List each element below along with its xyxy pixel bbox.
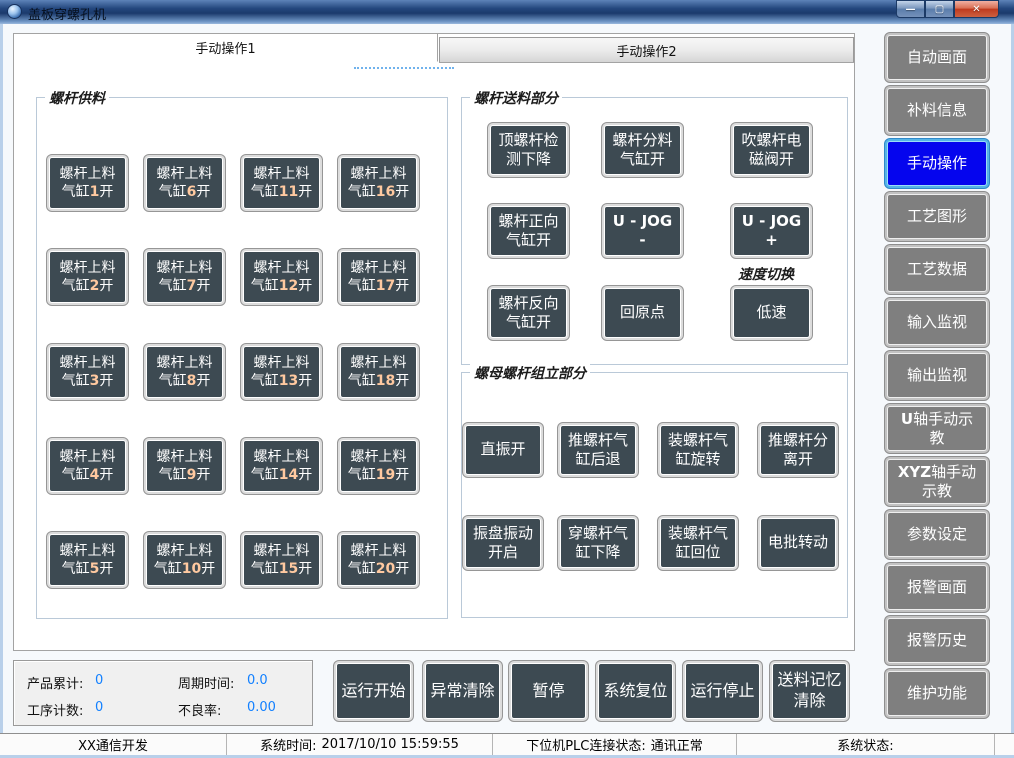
groupbox-assembly-title: 螺母螺杆组立部分 — [470, 363, 590, 383]
sidebar-item-output-monitor[interactable]: 输出监视 — [887, 353, 987, 398]
tab-strip: 手动操作1手动操作2 — [14, 34, 854, 62]
push-screw-separate-open-button[interactable]: 推螺杆分离开 — [760, 425, 836, 475]
tab-manual-op-2[interactable]: 手动操作2 — [439, 37, 854, 62]
developer-text: XX通信开发 — [78, 735, 148, 754]
groupbox-assembly: 螺母螺杆组立部分 — [461, 372, 848, 618]
mount-screw-cylinder-rotate-button[interactable]: 装螺杆气缸旋转 — [660, 425, 736, 475]
sidebar-item-u-axis-teach[interactable]: U轴手动示教 — [887, 406, 987, 451]
sidebar-item-input-monitor[interactable]: 输入监视 — [887, 300, 987, 345]
vibrator-on-button[interactable]: 直振开 — [465, 425, 541, 475]
supply-cylinder-3-open-button[interactable]: 螺杆上料气缸3开 — [49, 346, 126, 398]
supply-cylinder-17-open-button[interactable]: 螺杆上料气缸17开 — [340, 251, 417, 303]
supply-cylinder-8-open-button[interactable]: 螺杆上料气缸8开 — [146, 346, 223, 398]
cycle-time-label: 周期时间: — [178, 673, 234, 692]
status-system-time: 系统时间: 2017/10/10 15:59:55 — [227, 734, 493, 755]
supply-cylinder-13-open-button[interactable]: 螺杆上料气缸13开 — [243, 346, 320, 398]
supply-cylinder-1-open-button[interactable]: 螺杆上料气缸1开 — [49, 157, 126, 209]
supply-cylinder-6-open-button[interactable]: 螺杆上料气缸6开 — [146, 157, 223, 209]
u-jog-plus-button[interactable]: U - JOG+ — [733, 206, 810, 256]
low-speed-button[interactable]: 低速 — [733, 288, 810, 338]
tab-manual-op-1[interactable]: 手动操作1 — [14, 34, 438, 62]
screw-reverse-cylinder-open-button[interactable]: 螺杆反向气缸开 — [490, 288, 567, 338]
sidebar-item-alarm-screen[interactable]: 报警画面 — [887, 565, 987, 610]
screw-forward-cylinder-open-button[interactable]: 螺杆正向气缸开 — [490, 206, 567, 256]
product-total-label: 产品累计: — [27, 673, 83, 692]
defect-rate-label: 不良率: — [178, 700, 221, 719]
status-system-state: 系统状态: — [737, 734, 995, 755]
sidebar-item-refill-info[interactable]: 补料信息 — [887, 88, 987, 133]
product-total-value: 0 — [95, 673, 103, 688]
minimize-button[interactable]: — — [896, 0, 925, 18]
pause-button[interactable]: 暂停 — [511, 663, 586, 719]
speed-switch-label: 速度切换 — [738, 264, 794, 284]
return-origin-button[interactable]: 回原点 — [604, 288, 681, 338]
supply-cylinder-9-open-button[interactable]: 螺杆上料气缸9开 — [146, 440, 223, 492]
sidebar-item-maintenance[interactable]: 维护功能 — [887, 671, 987, 716]
supply-cylinder-5-open-button[interactable]: 螺杆上料气缸5开 — [49, 534, 126, 586]
run-start-button[interactable]: 运行开始 — [336, 663, 411, 719]
sidebar-item-auto-screen[interactable]: 自动画面 — [887, 35, 987, 80]
supply-cylinder-2-open-button[interactable]: 螺杆上料气缸2开 — [49, 251, 126, 303]
supply-cylinder-16-open-button[interactable]: 螺杆上料气缸16开 — [340, 157, 417, 209]
mount-screw-cylinder-return-button[interactable]: 装螺杆气缸回位 — [660, 518, 736, 568]
thread-screw-cylinder-down-button[interactable]: 穿螺杆气缸下降 — [560, 518, 636, 568]
system-reset-button[interactable]: 系统复位 — [598, 663, 673, 719]
supply-cylinder-18-open-button[interactable]: 螺杆上料气缸18开 — [340, 346, 417, 398]
error-clear-button[interactable]: 异常清除 — [425, 663, 500, 719]
app-icon — [7, 4, 22, 19]
feed-memory-clear-button[interactable]: 送料记忆清除 — [772, 663, 847, 719]
process-count-label: 工序计数: — [27, 700, 83, 719]
sidebar-item-alarm-history[interactable]: 报警历史 — [887, 618, 987, 663]
groupbox-screw-feed-title: 螺杆送料部分 — [470, 88, 562, 108]
title-bar: 盖板穿螺孔机 — ▢ ✕ — [0, 0, 1014, 24]
top-screw-detect-down-button[interactable]: 顶螺杆检测下降 — [490, 125, 567, 175]
stray-dashed-marks-decor — [354, 66, 454, 69]
driver-rotate-button[interactable]: 电批转动 — [760, 518, 836, 568]
supply-cylinder-15-open-button[interactable]: 螺杆上料气缸15开 — [243, 534, 320, 586]
window-title: 盖板穿螺孔机 — [28, 4, 106, 23]
supply-cylinder-20-open-button[interactable]: 螺杆上料气缸20开 — [340, 534, 417, 586]
process-count-value: 0 — [95, 700, 103, 715]
cycle-time-value: 0.0 — [247, 673, 268, 688]
status-developer: XX通信开发 — [0, 734, 227, 755]
system-time-label: 系统时间: — [260, 735, 316, 754]
u-jog-minus-button[interactable]: U - JOG - — [604, 206, 681, 256]
plc-connection-status: 通讯正常 — [651, 735, 703, 754]
app-window: 盖板穿螺孔机 — ▢ ✕ 手动操作1手动操作2 螺杆供料 螺杆送料部分 螺母螺杆… — [0, 0, 1014, 758]
supply-cylinder-11-open-button[interactable]: 螺杆上料气缸11开 — [243, 157, 320, 209]
status-grip-area — [995, 734, 1014, 755]
tab-strip-divider — [439, 62, 854, 63]
supply-cylinder-12-open-button[interactable]: 螺杆上料气缸12开 — [243, 251, 320, 303]
system-state-label: 系统状态: — [837, 735, 893, 754]
maximize-button[interactable]: ▢ — [925, 0, 954, 18]
supply-cylinder-19-open-button[interactable]: 螺杆上料气缸19开 — [340, 440, 417, 492]
plc-connection-label: 下位机PLC连接状态: — [526, 735, 646, 754]
blow-screw-valve-open-button[interactable]: 吹螺杆电磁阀开 — [733, 125, 810, 175]
supply-cylinder-10-open-button[interactable]: 螺杆上料气缸10开 — [146, 534, 223, 586]
run-stop-button[interactable]: 运行停止 — [685, 663, 760, 719]
bowl-feeder-vibrate-on-button[interactable]: 振盘振动开启 — [465, 518, 541, 568]
sidebar-item-parameter-setting[interactable]: 参数设定 — [887, 512, 987, 557]
sidebar-item-xyz-axis-teach[interactable]: XYZ轴手动示教 — [887, 459, 987, 504]
groupbox-screw-supply-title: 螺杆供料 — [45, 88, 109, 108]
supply-cylinder-7-open-button[interactable]: 螺杆上料气缸7开 — [146, 251, 223, 303]
push-screw-cylinder-back-button[interactable]: 推螺杆气缸后退 — [560, 425, 636, 475]
window-controls: — ▢ ✕ — [896, 0, 999, 18]
status-bar: XX通信开发 系统时间: 2017/10/10 15:59:55 下位机PLC连… — [0, 733, 1014, 755]
supply-cylinder-4-open-button[interactable]: 螺杆上料气缸4开 — [49, 440, 126, 492]
supply-cylinder-14-open-button[interactable]: 螺杆上料气缸14开 — [243, 440, 320, 492]
screw-divide-cylinder-open-button[interactable]: 螺杆分料气缸开 — [604, 125, 681, 175]
status-plc: 下位机PLC连接状态: 通讯正常 — [493, 734, 737, 755]
system-time-value: 2017/10/10 15:59:55 — [321, 737, 458, 752]
defect-rate-value: 0.00 — [247, 700, 276, 715]
sidebar-item-process-graphic[interactable]: 工艺图形 — [887, 194, 987, 239]
sidebar-item-process-data[interactable]: 工艺数据 — [887, 247, 987, 292]
sidebar-item-manual-operation[interactable]: 手动操作 — [887, 141, 987, 186]
close-button[interactable]: ✕ — [954, 0, 999, 18]
